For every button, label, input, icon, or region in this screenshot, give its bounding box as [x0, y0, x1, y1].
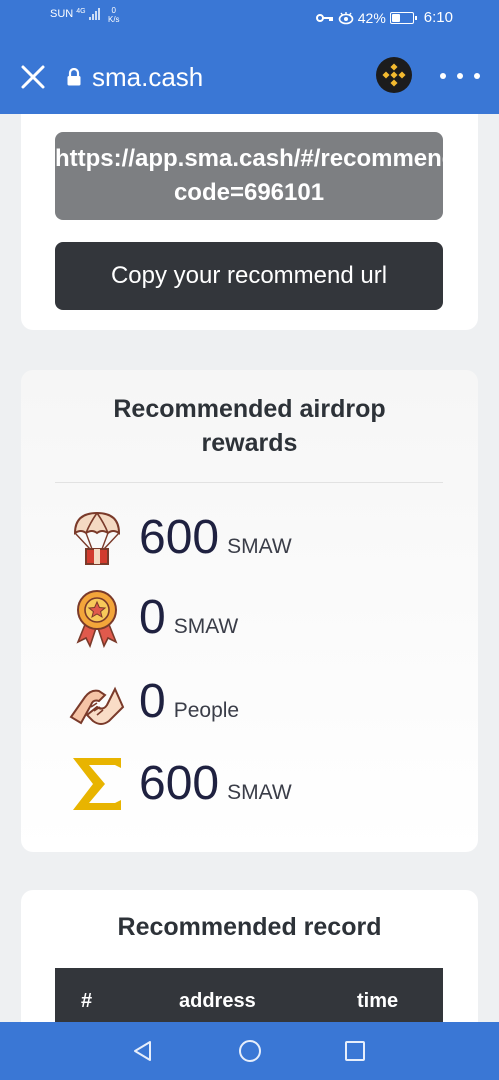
referral-card: https://app.sma.cash/#/recommend? code=6… [21, 114, 478, 330]
reward-value: 600 [139, 511, 220, 564]
reward-unit: SMAW [227, 535, 292, 558]
reward-row: 0 SMAW [69, 588, 238, 648]
netspeed: 0 K/s [108, 6, 120, 24]
medal-icon [69, 588, 125, 648]
clock: 6:10 [423, 9, 453, 26]
browser-header: sma.cash [0, 40, 499, 114]
column-header: # [81, 990, 93, 1012]
airdrop-parachute-icon [69, 508, 125, 568]
netspeed-unit: K/s [108, 15, 120, 24]
divider [55, 482, 443, 483]
reward-unit: SMAW [173, 615, 239, 638]
eye-comfort-icon [338, 11, 354, 24]
carrier-info: SUN 4G [50, 8, 100, 20]
back-icon[interactable] [132, 1040, 154, 1062]
home-icon[interactable] [238, 1039, 262, 1063]
binance-wallet-button[interactable] [376, 57, 412, 93]
reward-unit: SMAW [227, 781, 292, 804]
key-icon [315, 13, 333, 22]
binance-logo-icon [382, 63, 406, 87]
record-table-header: # address time [55, 968, 443, 1022]
copy-recommend-url-button[interactable]: Copy your recommend url [55, 242, 443, 310]
reward-row: 600 SMAW [69, 754, 292, 814]
airdrop-rewards-card: Recommended airdrop rewards 600 SMAW 0 S… [21, 370, 478, 852]
rewards-title-line1: Recommended airdrop [113, 395, 386, 423]
status-icons: 42% 6:10 [315, 9, 453, 26]
site-title: sma.cash [92, 62, 204, 92]
carrier-label: SUN [50, 8, 74, 20]
network-type: 4G [76, 8, 86, 15]
column-header: address [179, 990, 256, 1012]
reward-row: 600 SMAW [69, 508, 292, 568]
status-bar: SUN 4G 0 K/s 42% 6:10 [0, 0, 499, 40]
reward-value: 0 [139, 675, 166, 728]
signal-icon [88, 8, 100, 20]
record-title: Recommended record [117, 913, 382, 941]
column-header: time [357, 990, 399, 1012]
referral-url-box[interactable]: https://app.sma.cash/#/recommend? code=6… [55, 132, 443, 220]
page-content[interactable]: https://app.sma.cash/#/recommend? code=6… [0, 114, 499, 1022]
referral-url-line2: code=696101 [173, 179, 325, 206]
sigma-icon [69, 754, 125, 814]
reward-row: 0 People [69, 672, 239, 732]
reward-unit: People [173, 699, 240, 722]
more-options-icon[interactable] [440, 66, 480, 86]
rewards-title-line2: rewards [201, 429, 298, 457]
lock-icon [67, 68, 81, 86]
system-nav-bar [0, 1022, 499, 1080]
battery-percent: 42% [357, 9, 386, 26]
recents-icon[interactable] [344, 1040, 366, 1062]
handshake-icon [69, 672, 125, 732]
recommended-record-card: Recommended record # address time [21, 890, 478, 1022]
reward-value: 600 [139, 757, 220, 810]
rewards-title: Recommended airdrop rewards [21, 392, 478, 460]
reward-value: 0 [139, 591, 166, 644]
close-icon[interactable] [20, 64, 46, 90]
netspeed-value: 0 [111, 6, 116, 15]
referral-url-line1: https://app.sma.cash/#/recommend? [55, 145, 443, 172]
battery-icon [389, 11, 417, 24]
